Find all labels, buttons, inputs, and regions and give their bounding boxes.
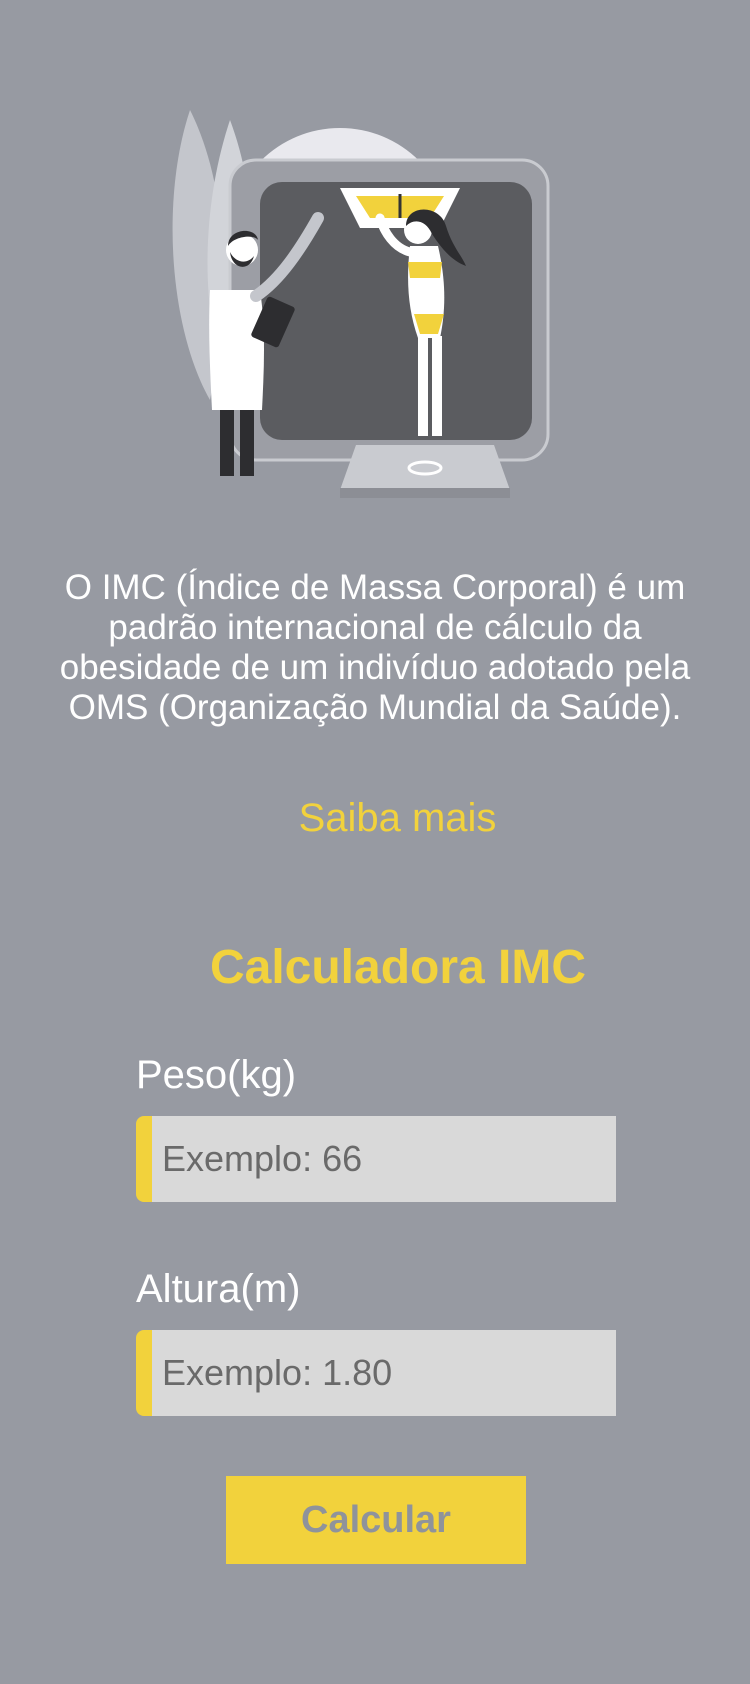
scale-platform-shape <box>340 445 510 490</box>
learn-more-link[interactable]: Saiba mais <box>0 795 750 841</box>
patient-top-shape <box>408 262 442 278</box>
height-field-wrapper <box>136 1330 616 1416</box>
doctor-leg-shape <box>240 400 254 476</box>
doctor-coat-shape <box>209 290 264 410</box>
calculate-button[interactable]: Calcular <box>226 1476 526 1564</box>
patient-leg-shape <box>418 336 428 436</box>
patient-leg-shape <box>432 336 442 436</box>
bmi-illustration <box>170 100 590 500</box>
bmi-description: O IMC (Índice de Massa Corporal) é um pa… <box>59 568 691 727</box>
height-input[interactable] <box>152 1330 616 1416</box>
weight-input[interactable] <box>152 1116 616 1202</box>
scale-base-shape <box>340 488 510 498</box>
calculator-title: Calculadora IMC <box>209 941 587 994</box>
height-label: Altura(m) <box>136 1267 301 1311</box>
weight-field-wrapper <box>136 1116 616 1202</box>
doctor-leg-shape <box>220 400 234 476</box>
weight-label: Peso(kg) <box>136 1053 297 1097</box>
